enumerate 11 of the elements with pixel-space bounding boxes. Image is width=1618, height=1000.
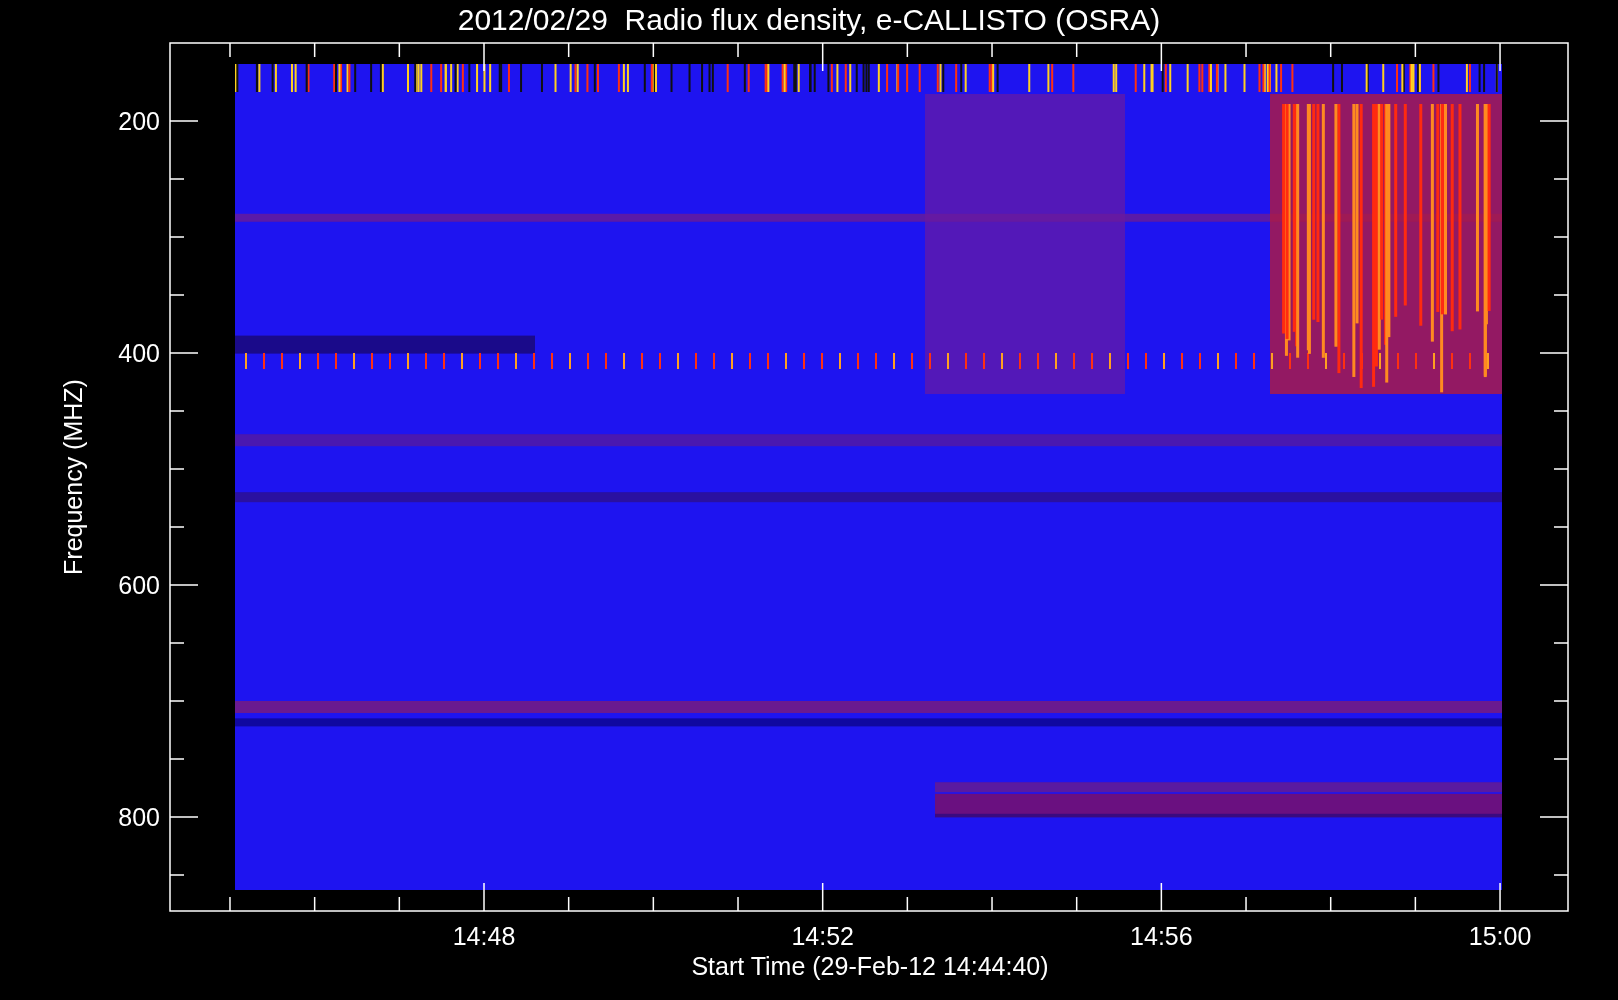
y-tick-label: 400 [118,339,160,367]
x-tick-label: 14:56 [1130,922,1193,950]
x-tick-label: 14:52 [791,922,854,950]
y-tick-label: 200 [118,107,160,135]
x-tick-label: 14:48 [452,922,516,950]
x-axis-label: Start Time (29-Feb-12 14:44:40) [691,952,1049,980]
chart-title: 2012/02/29 Radio flux density, e-CALLISTO (OSRA) [457,3,1161,36]
y-tick-label: 800 [118,803,160,831]
y-tick-label: 600 [118,571,160,599]
x-tick-label: 15:00 [1468,922,1532,950]
y-axis-label: Frequency (MHZ) [59,379,87,575]
